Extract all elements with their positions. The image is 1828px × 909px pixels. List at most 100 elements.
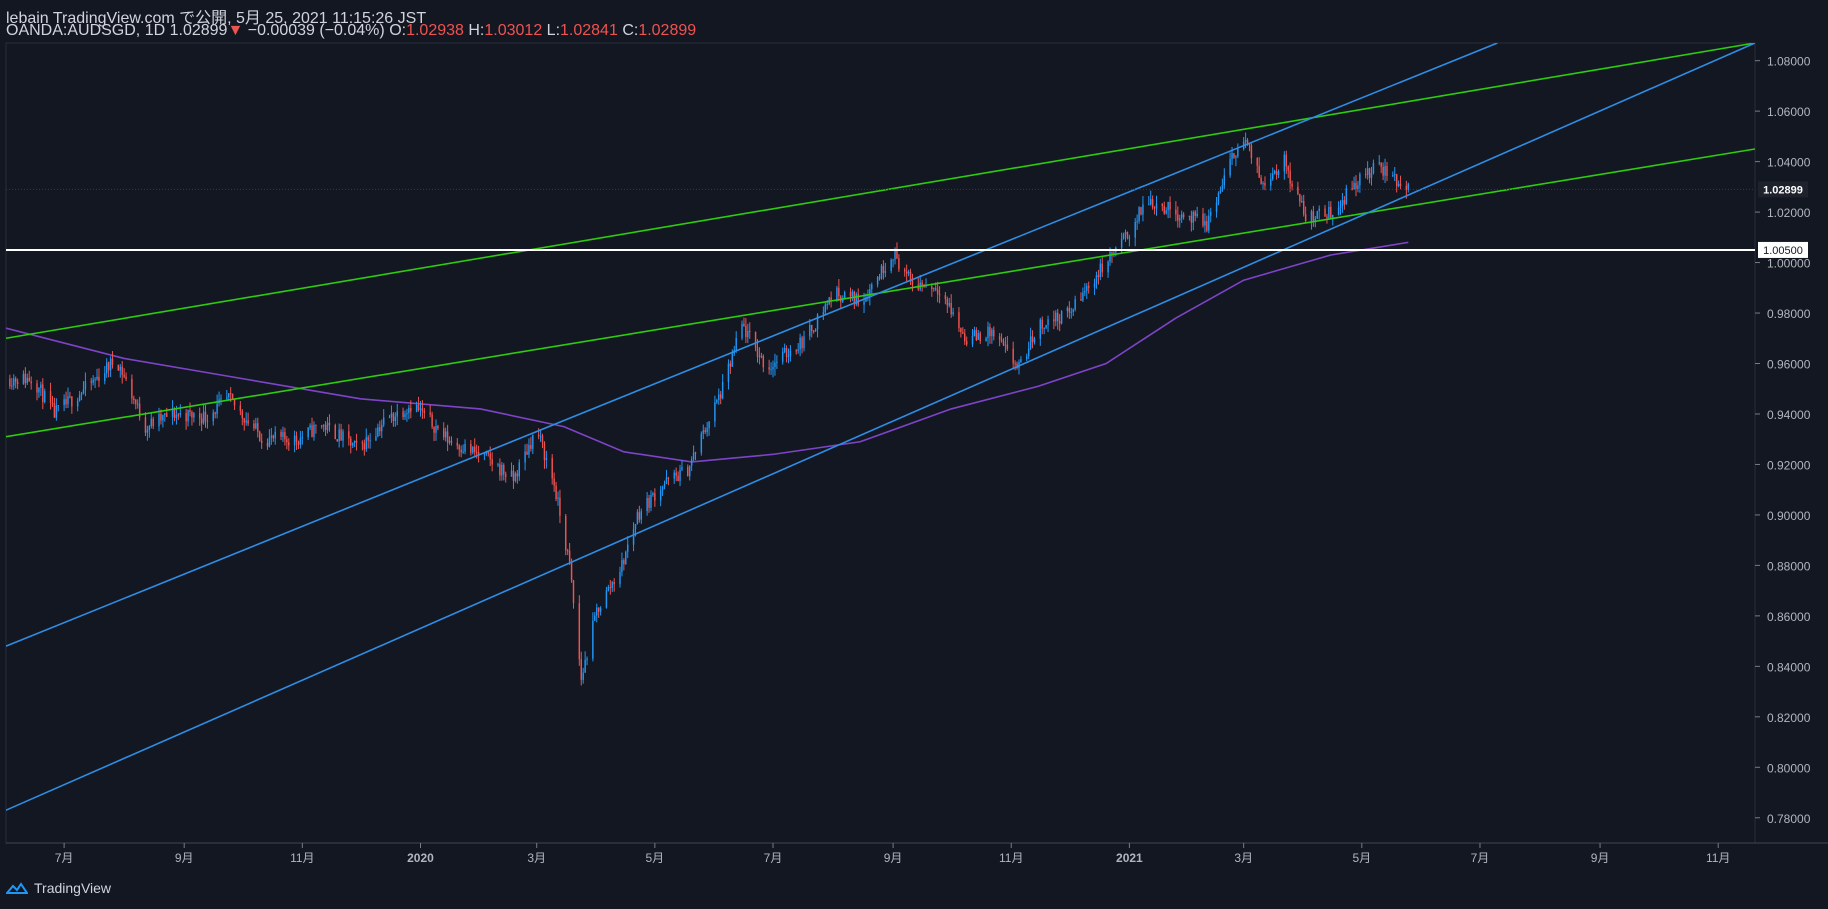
candle-body (1264, 183, 1266, 186)
candle-body (1210, 211, 1212, 216)
candle-body (1324, 208, 1326, 217)
candle-body (909, 271, 912, 281)
candle-body (1014, 363, 1016, 365)
candle-body (336, 439, 338, 442)
candle-body (1364, 174, 1367, 176)
candle-body (259, 431, 261, 441)
candle-body (973, 329, 976, 336)
candle-body (1000, 339, 1003, 342)
candle-body (504, 474, 507, 477)
candle-body (688, 465, 691, 477)
candle-body (911, 280, 914, 285)
candle-body (962, 332, 964, 334)
y-tick-label: 1.02000 (1767, 206, 1811, 220)
candle-body (38, 387, 40, 393)
candle-body (903, 269, 906, 272)
candle-body (1161, 203, 1164, 207)
candle-body (65, 399, 67, 405)
candle-body (268, 437, 271, 447)
candle-body (1101, 263, 1103, 273)
candle-body (756, 347, 759, 357)
candle-body (293, 435, 296, 446)
candle-body (1357, 185, 1359, 190)
candle-body (1394, 174, 1396, 176)
candle-body (553, 478, 555, 486)
candle-body (1124, 232, 1127, 235)
candle-body (1231, 153, 1233, 160)
candle-body (497, 464, 499, 466)
candle-body (708, 421, 710, 429)
candle-body (950, 302, 952, 315)
candle-body (694, 452, 697, 454)
candle-body (524, 451, 526, 463)
candle-body (665, 477, 668, 484)
candle-body (607, 587, 610, 591)
candle-body (1339, 206, 1342, 208)
candle-body (811, 324, 813, 331)
candle-body (322, 424, 325, 426)
candle-body (677, 475, 679, 482)
candle-body (150, 418, 152, 427)
candle-body (851, 291, 854, 297)
candle-body (1262, 183, 1264, 185)
candle-body (1318, 208, 1320, 212)
candle-body (1167, 201, 1169, 211)
candle-body (1283, 154, 1286, 172)
candle-body (36, 383, 38, 393)
candle-body (419, 408, 422, 410)
candle-body (1192, 211, 1195, 223)
candle-body (1217, 192, 1220, 203)
candle-body (936, 289, 939, 294)
candle-body (473, 446, 476, 453)
candle-body (406, 413, 408, 415)
candle-body (989, 326, 991, 337)
candle-body (257, 423, 259, 432)
candle-body (1047, 319, 1049, 326)
y-tick-label: 0.94000 (1767, 408, 1811, 422)
candle-body (826, 304, 828, 306)
candle-body (599, 607, 602, 612)
candle-body (307, 427, 309, 438)
candle-body (179, 412, 182, 415)
candle-body (1188, 215, 1191, 217)
candle-body (284, 432, 286, 440)
candle-body (1058, 321, 1061, 324)
candle-body (613, 582, 615, 585)
x-tick-label: 11月 (999, 851, 1023, 865)
candle-body (125, 376, 127, 379)
candle-body (1175, 209, 1177, 215)
candle-body (1223, 175, 1226, 186)
candle-body (1095, 275, 1098, 284)
candle-body (1002, 341, 1005, 346)
candle-body (175, 414, 178, 418)
candle-body (148, 426, 151, 431)
candle-body (326, 422, 329, 431)
price-chart[interactable]: 1.08000 1.06000 1.04000 1.02000 1.00000 0.980… (0, 0, 1828, 909)
candle-body (131, 378, 133, 399)
y-tick-label: 0.82000 (1767, 711, 1811, 725)
candle-body (1399, 183, 1402, 186)
candle-body (894, 250, 896, 260)
candle-body (353, 440, 356, 444)
candle-body (202, 411, 205, 424)
candle-body (597, 607, 600, 612)
candle-body (423, 411, 426, 413)
candle-body (334, 425, 336, 440)
candle-body (92, 379, 94, 383)
candle-body (1202, 213, 1204, 226)
candle-body (185, 412, 187, 422)
candle-body (923, 286, 925, 288)
candle-body (905, 271, 908, 274)
candle-body (584, 659, 586, 673)
candle-body (743, 323, 745, 327)
candle-body (214, 412, 216, 414)
candle-body (297, 441, 300, 445)
candle-body (231, 393, 234, 400)
candle-body (1080, 299, 1082, 301)
candle-body (392, 413, 395, 422)
candle-body (63, 399, 65, 406)
candle-body (557, 497, 559, 499)
candle-body (687, 467, 689, 477)
candle-body (324, 424, 327, 431)
x-tick-label: 7月 (1471, 851, 1490, 865)
